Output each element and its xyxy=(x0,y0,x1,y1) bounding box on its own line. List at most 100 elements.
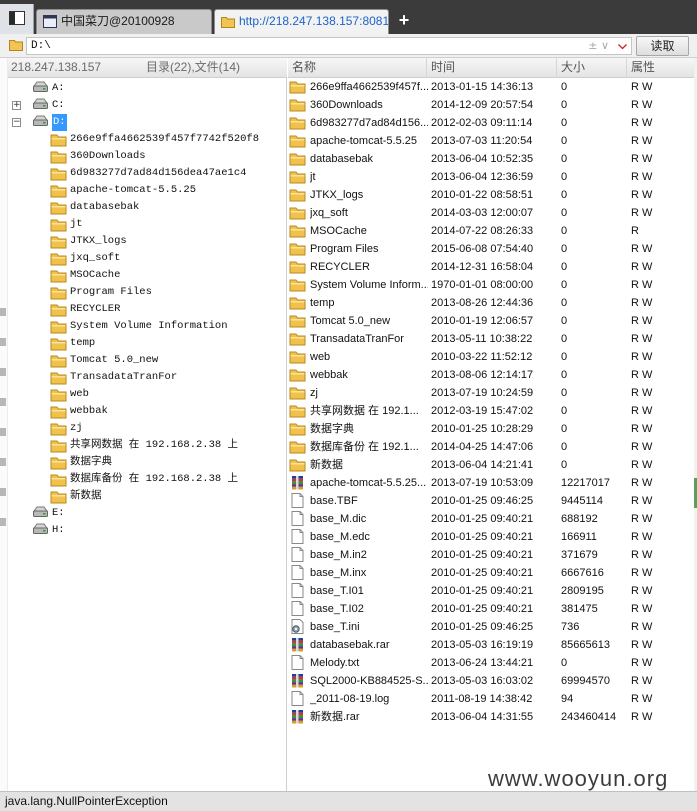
column-name-header[interactable]: 名称 xyxy=(288,58,427,78)
path-value: D:\ xyxy=(31,40,51,52)
file-row[interactable]: Tomcat 5.0_new 2010-01-19 12:06:57 0 R W xyxy=(288,312,694,330)
column-attr-header[interactable]: 属性 xyxy=(627,58,694,78)
file-time: 2015-06-08 07:54:40 xyxy=(431,243,534,255)
tree-node-label: MSOCache xyxy=(70,269,121,281)
file-row[interactable]: jt 2013-06-04 12:36:59 0 R W xyxy=(288,168,694,186)
dir-file-counts: 目录(22),文件(14) xyxy=(146,60,241,74)
file-row[interactable]: SQL2000-KB884525-S... 2013-05-03 16:03:02… xyxy=(288,672,694,690)
file-size: 0 xyxy=(561,423,568,435)
file-row[interactable]: databasebak.rar 2013-05-03 16:19:19 856656… xyxy=(288,636,694,654)
file-time: 2013-05-11 10:38:22 xyxy=(431,333,533,345)
tree-node-label: 6d983277d7ad84d156dea47ae1c4 xyxy=(70,167,247,179)
path-bar: D:\ ± ∨ 读取 xyxy=(0,34,697,58)
file-size: 0 xyxy=(561,189,568,201)
file-time: 2010-03-22 11:52:12 xyxy=(431,351,533,363)
file-attr: R W xyxy=(631,207,653,219)
tab-caidao[interactable]: 中国菜刀@20100928 xyxy=(36,9,212,34)
bookmark-toggle[interactable]: ± ∨ xyxy=(588,38,609,54)
file-row[interactable]: base_M.inx 2010-01-25 09:40:21 6667616 R W xyxy=(288,564,694,582)
file-size: 0 xyxy=(561,657,568,669)
file-row[interactable]: _2011-08-19.log 2011-08-19 14:38:42 94 R W xyxy=(288,690,694,708)
tree-node-label: Program Files xyxy=(70,286,152,298)
file-attr: R W xyxy=(631,333,653,345)
tree-node-label: temp xyxy=(70,337,96,349)
chevron-down-icon[interactable] xyxy=(618,44,627,50)
path-input[interactable]: D:\ ± ∨ xyxy=(26,37,632,55)
sidebar-toggle-button[interactable] xyxy=(0,4,34,34)
tree-node-label: System Volume Information xyxy=(70,320,228,332)
file-row[interactable]: 360Downloads 2014-12-09 20:57:54 0 R W xyxy=(288,96,694,114)
file-row[interactable]: TransadataTranFor 2013-05-11 10:38:22 0 R W xyxy=(288,330,694,348)
archive-icon xyxy=(289,709,306,730)
file-row[interactable]: Melody.txt 2013-06-24 13:44:21 0 R W xyxy=(288,654,694,672)
file-row[interactable]: RECYCLER 2014-12-31 16:58:04 0 R W xyxy=(288,258,694,276)
tab-bar: 中国菜刀@20100928 http://218.247.138.157:808… xyxy=(0,0,697,34)
file-row[interactable]: MSOCache 2014-07-22 08:26:33 0 R xyxy=(288,222,694,240)
file-row[interactable]: JTKX_logs 2010-01-22 08:58:51 0 R W xyxy=(288,186,694,204)
tree-node-label: webbak xyxy=(70,405,108,417)
tab-url[interactable]: http://218.247.138.157:8081... xyxy=(214,9,389,34)
file-attr: R W xyxy=(631,711,653,723)
file-time: 2010-01-25 09:40:21 xyxy=(431,567,534,579)
folder-icon xyxy=(221,17,235,28)
file-list-header: 名称 时间 大小 属性 xyxy=(288,58,694,78)
file-row[interactable]: 数据库备份 在 192.1... 2014-04-25 14:47:06 0 R W xyxy=(288,438,694,456)
file-row[interactable]: apache-tomcat-5.5.25... 2013-07-19 10:53:… xyxy=(288,474,694,492)
file-time: 2014-07-22 08:26:33 xyxy=(431,225,534,237)
file-row[interactable]: webbak 2013-08-06 12:14:17 0 R W xyxy=(288,366,694,384)
file-row[interactable]: zj 2013-07-19 10:24:59 0 R W xyxy=(288,384,694,402)
file-name: base_M.in2 xyxy=(310,549,367,561)
file-row[interactable]: jxq_soft 2014-03-03 12:00:07 0 R W xyxy=(288,204,694,222)
new-tab-button[interactable]: + xyxy=(394,10,414,30)
file-row[interactable]: base.TBF 2010-01-25 09:46:25 9445114 R W xyxy=(288,492,694,510)
file-row[interactable]: base_T.ini 2010-01-25 09:46:25 736 R W xyxy=(288,618,694,636)
column-size-header[interactable]: 大小 xyxy=(557,58,627,78)
file-row[interactable]: web 2010-03-22 11:52:12 0 R W xyxy=(288,348,694,366)
file-row[interactable]: 新数据 2013-06-04 14:21:41 0 R W xyxy=(288,456,694,474)
file-row[interactable]: apache-tomcat-5.5.25 2013-07-03 11:20:54 0… xyxy=(288,132,694,150)
collapse-icon[interactable]: − xyxy=(12,118,21,127)
tree-node-label: H: xyxy=(52,524,65,536)
file-name: 266e9ffa4662539f457f... xyxy=(310,81,428,93)
edge-mark xyxy=(0,398,6,406)
file-time: 2010-01-22 08:58:51 xyxy=(431,189,534,201)
file-size: 381475 xyxy=(561,603,598,615)
file-row[interactable]: 新数据.rar 2013-06-04 14:31:55 243460414 R W xyxy=(288,708,694,726)
file-size: 0 xyxy=(561,369,568,381)
column-time-header[interactable]: 时间 xyxy=(427,58,557,78)
file-size: 166911 xyxy=(561,531,597,543)
file-row[interactable]: 数据字典 2010-01-25 10:28:29 0 R W xyxy=(288,420,694,438)
file-time: 2013-06-04 10:52:35 xyxy=(431,153,534,165)
file-attr: R W xyxy=(631,153,653,165)
file-row[interactable]: Program Files 2015-06-08 07:54:40 0 R W xyxy=(288,240,694,258)
read-button[interactable]: 读取 xyxy=(636,36,689,56)
file-row[interactable]: System Volume Inform... 1970-01-01 08:00:… xyxy=(288,276,694,294)
file-row[interactable]: 266e9ffa4662539f457f... 2013-01-15 14:36:… xyxy=(288,78,694,96)
file-row[interactable]: 共享网数据 在 192.1... 2012-03-19 15:47:02 0 R W xyxy=(288,402,694,420)
file-row[interactable]: temp 2013-08-26 12:44:36 0 R W xyxy=(288,294,694,312)
file-row[interactable]: base_M.in2 2010-01-25 09:40:21 371679 R W xyxy=(288,546,694,564)
file-row[interactable]: base_T.I02 2010-01-25 09:40:21 381475 R W xyxy=(288,600,694,618)
file-row[interactable]: 6d983277d7ad84d156... 2012-02-03 09:11:14… xyxy=(288,114,694,132)
file-time: 2014-12-31 16:58:04 xyxy=(431,261,534,273)
file-name: databasebak xyxy=(310,153,373,165)
file-row[interactable]: base_M.edc 2010-01-25 09:40:21 166911 R W xyxy=(288,528,694,546)
file-size: 0 xyxy=(561,333,568,345)
file-time: 2010-01-25 09:40:21 xyxy=(431,585,534,597)
tree-node-label: D: xyxy=(52,114,67,131)
file-size: 0 xyxy=(561,225,568,237)
file-row[interactable]: base_T.I01 2010-01-25 09:40:21 2809195 R W xyxy=(288,582,694,600)
file-size: 94 xyxy=(561,693,574,705)
file-attr: R W xyxy=(631,351,653,363)
expand-icon[interactable]: + xyxy=(12,101,21,110)
tree-node-label: JTKX_logs xyxy=(70,235,127,247)
file-time: 2010-01-19 12:06:57 xyxy=(431,315,534,327)
tree-node-label: 266e9ffa4662539f457f7742f520f8 xyxy=(70,133,260,145)
file-size: 0 xyxy=(561,135,568,147)
tree-node-label: 新数据 xyxy=(70,490,102,502)
file-row[interactable]: databasebak 2013-06-04 10:52:35 0 R W xyxy=(288,150,694,168)
file-time: 2013-08-06 12:14:17 xyxy=(431,369,534,381)
file-name: base_T.I02 xyxy=(310,603,364,615)
status-bar: java.lang.NullPointerException xyxy=(0,791,697,811)
file-row[interactable]: base_M.dic 2010-01-25 09:40:21 688192 R W xyxy=(288,510,694,528)
